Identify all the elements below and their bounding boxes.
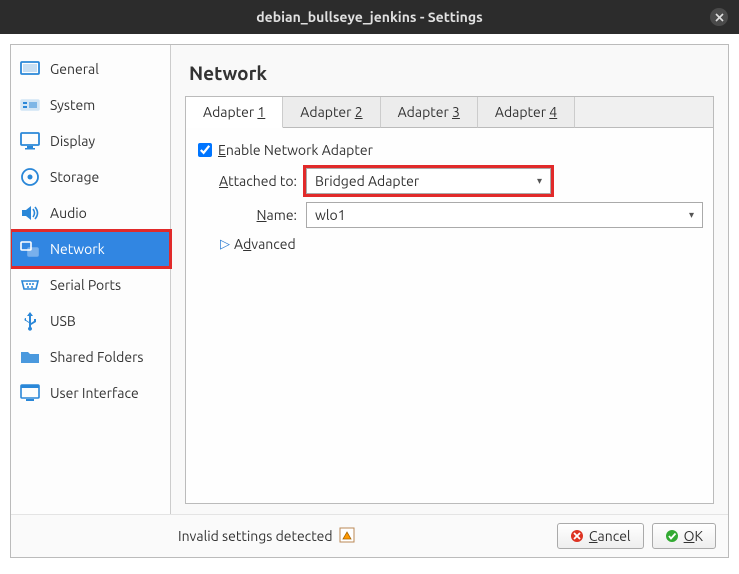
display-icon: [19, 130, 41, 152]
sidebar-item-general[interactable]: General: [11, 51, 170, 87]
ui-icon: [19, 382, 41, 404]
ok-icon: [665, 529, 679, 543]
sidebar-item-label: Storage: [50, 169, 99, 185]
sidebar-item-label: System: [50, 97, 95, 113]
sidebar-item-usb[interactable]: USB: [11, 303, 170, 339]
close-icon: [715, 13, 724, 22]
sidebar-item-label: General: [50, 61, 99, 77]
sidebar-item-label: User Interface: [50, 385, 139, 401]
sidebar: General System Display Storage Audio Network S…: [11, 45, 171, 514]
content-panel: Network Adapter 1Adapter 2Adapter 3Adapt…: [171, 45, 728, 514]
chevron-down-icon: ▾: [689, 209, 694, 221]
sidebar-item-shared-folders[interactable]: Shared Folders: [11, 339, 170, 375]
network-icon: [19, 238, 41, 260]
tab-adapter-1[interactable]: Adapter 1: [186, 97, 283, 128]
sidebar-item-system[interactable]: System: [11, 87, 170, 123]
shared-icon: [19, 346, 41, 368]
advanced-expander[interactable]: ▷ Advanced: [220, 236, 703, 252]
page-title: Network: [185, 55, 714, 96]
cancel-label: Cancel: [589, 528, 631, 544]
name-value: wlo1: [315, 207, 346, 223]
chevron-down-icon: ▾: [537, 175, 542, 187]
tab-adapter-2[interactable]: Adapter 2: [283, 97, 380, 128]
ok-label: OK: [684, 528, 703, 544]
name-combo[interactable]: wlo1 ▾: [306, 202, 703, 228]
usb-icon: [19, 310, 41, 332]
audio-icon: [19, 202, 41, 224]
sidebar-item-display[interactable]: Display: [11, 123, 170, 159]
titlebar: debian_bullseye_jenkins - Settings: [0, 0, 739, 34]
sidebar-item-label: USB: [50, 313, 76, 329]
sidebar-item-label: Shared Folders: [50, 349, 143, 365]
name-label: Name:: [196, 207, 306, 223]
attached-to-value: Bridged Adapter: [315, 173, 419, 189]
enable-adapter-label: Enable Network Adapter: [218, 142, 373, 158]
sidebar-item-label: Network: [50, 241, 105, 257]
enable-adapter-checkbox[interactable]: [198, 143, 212, 157]
attached-to-label: Attached to:: [196, 173, 306, 189]
invalid-settings-status: Invalid settings detected: [178, 527, 355, 546]
tab-adapter-3[interactable]: Adapter 3: [381, 97, 478, 128]
footer: Invalid settings detected Cancel OK: [11, 514, 728, 557]
tab-adapter-4[interactable]: Adapter 4: [478, 97, 575, 128]
sidebar-item-label: Audio: [50, 205, 87, 221]
sidebar-item-storage[interactable]: Storage: [11, 159, 170, 195]
name-row: Name: wlo1 ▾: [196, 202, 703, 228]
general-icon: [19, 58, 41, 80]
sidebar-item-network[interactable]: Network: [11, 231, 170, 267]
tab-content: Enable Network Adapter Attached to: Brid…: [186, 128, 713, 503]
cancel-icon: [570, 529, 584, 543]
storage-icon: [19, 166, 41, 188]
window-title: debian_bullseye_jenkins - Settings: [256, 9, 482, 25]
cancel-button[interactable]: Cancel: [557, 523, 644, 549]
close-button[interactable]: [710, 8, 728, 26]
tab-bar: Adapter 1Adapter 2Adapter 3Adapter 4: [186, 97, 713, 128]
dialog-body: General System Display Storage Audio Network S…: [10, 44, 729, 558]
sidebar-item-audio[interactable]: Audio: [11, 195, 170, 231]
tab-panel: Adapter 1Adapter 2Adapter 3Adapter 4 Ena…: [185, 96, 714, 504]
warning-icon: [339, 527, 355, 546]
attached-to-combo[interactable]: Bridged Adapter ▾: [306, 168, 551, 194]
sidebar-item-label: Serial Ports: [50, 277, 121, 293]
ok-button[interactable]: OK: [652, 523, 716, 549]
expander-arrow-icon: ▷: [220, 237, 230, 252]
system-icon: [19, 94, 41, 116]
attached-to-row: Attached to: Bridged Adapter ▾: [196, 168, 703, 194]
enable-adapter-checkbox-row[interactable]: Enable Network Adapter: [196, 142, 703, 158]
serial-icon: [19, 274, 41, 296]
sidebar-item-serial-ports[interactable]: Serial Ports: [11, 267, 170, 303]
sidebar-item-label: Display: [50, 133, 95, 149]
main-content: General System Display Storage Audio Network S…: [11, 45, 728, 514]
advanced-label: Advanced: [234, 236, 296, 252]
sidebar-item-user-interface[interactable]: User Interface: [11, 375, 170, 411]
